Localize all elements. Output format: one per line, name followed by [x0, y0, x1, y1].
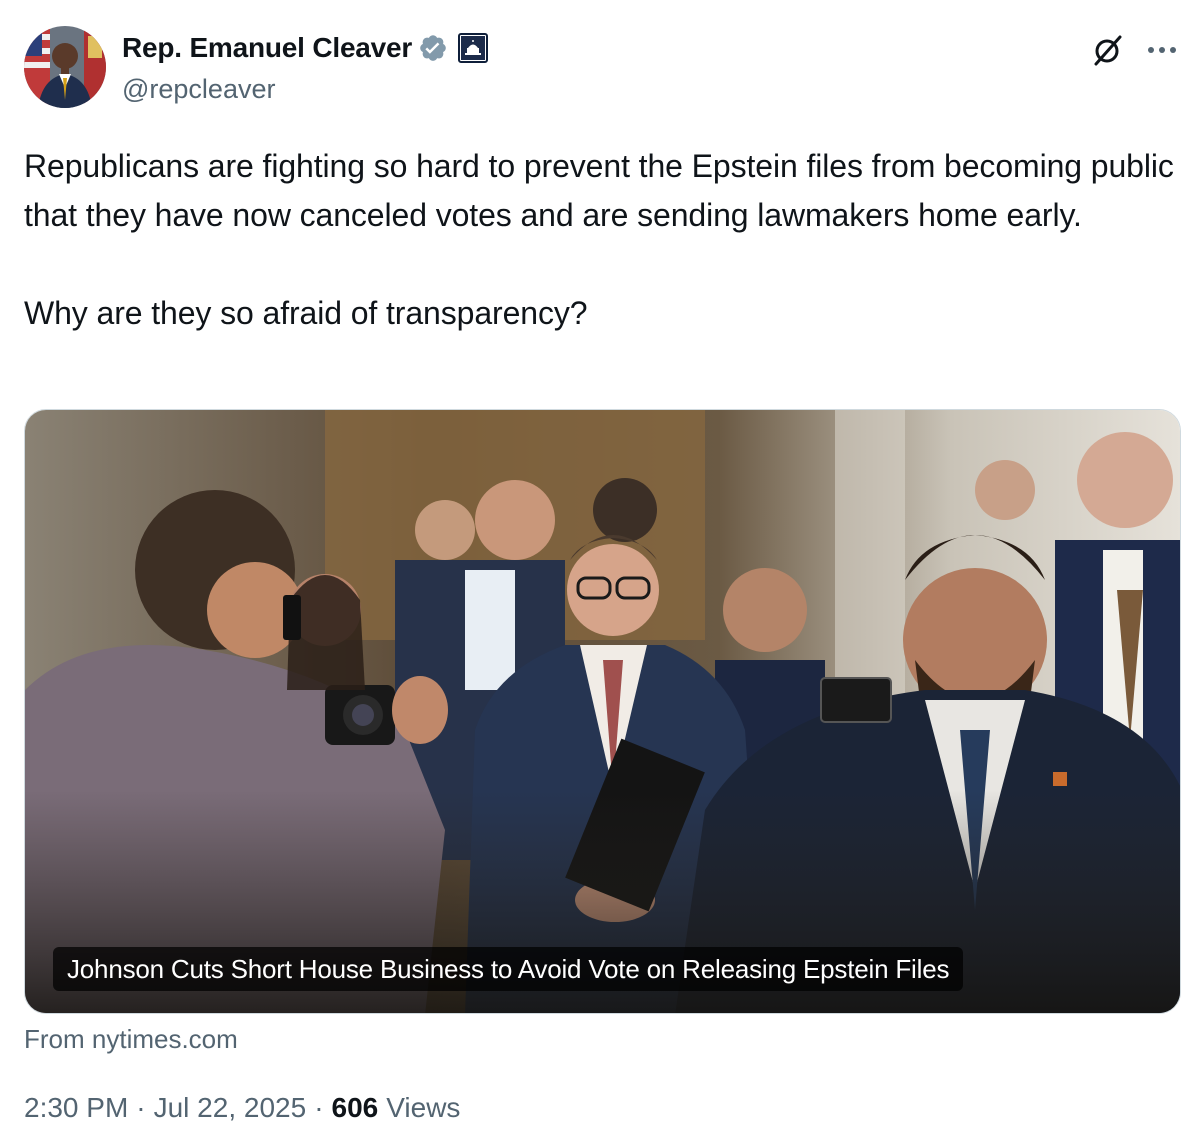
meta-separator: · [136, 1092, 146, 1123]
handle[interactable]: @repcleaver [122, 74, 488, 105]
views-count[interactable]: 606 [332, 1092, 379, 1124]
link-card[interactable]: Johnson Cuts Short House Business to Avo… [24, 409, 1181, 1014]
link-card-title[interactable]: Johnson Cuts Short House Business to Avo… [53, 947, 964, 991]
meta-separator: · [314, 1092, 324, 1123]
article-photo[interactable] [25, 410, 1181, 1014]
tweet-time[interactable]: 2:30 PM [24, 1092, 128, 1124]
link-source[interactable]: From nytimes.com [24, 1024, 238, 1055]
tweet-meta: 2:30 PM · Jul 22, 2025 · 606 Views [24, 1092, 460, 1124]
tweet-paragraph-1: Republicans are fighting so hard to prev… [24, 148, 1174, 233]
views-label: Views [386, 1092, 461, 1123]
grok-icon[interactable] [1090, 32, 1126, 68]
tweet-date[interactable]: Jul 22, 2025 [154, 1092, 307, 1124]
verified-badge-icon[interactable] [418, 33, 448, 63]
capitol-building-icon[interactable] [458, 33, 489, 63]
author-block: Rep. Emanuel Cleaver @repcleaver [122, 30, 489, 105]
tweet-header: Rep. Emanuel Cleaver @repcleaver [24, 26, 1184, 110]
more-options-icon[interactable] [1144, 32, 1180, 68]
tweet-text: Republicans are fighting so hard to prev… [24, 142, 1174, 338]
name-row: Rep. Emanuel Cleaver [122, 30, 489, 66]
avatar[interactable] [24, 26, 106, 108]
display-name[interactable]: Rep. Emanuel Cleaver [122, 32, 412, 64]
tweet-paragraph-2: Why are they so afraid of transparency? [24, 295, 588, 331]
